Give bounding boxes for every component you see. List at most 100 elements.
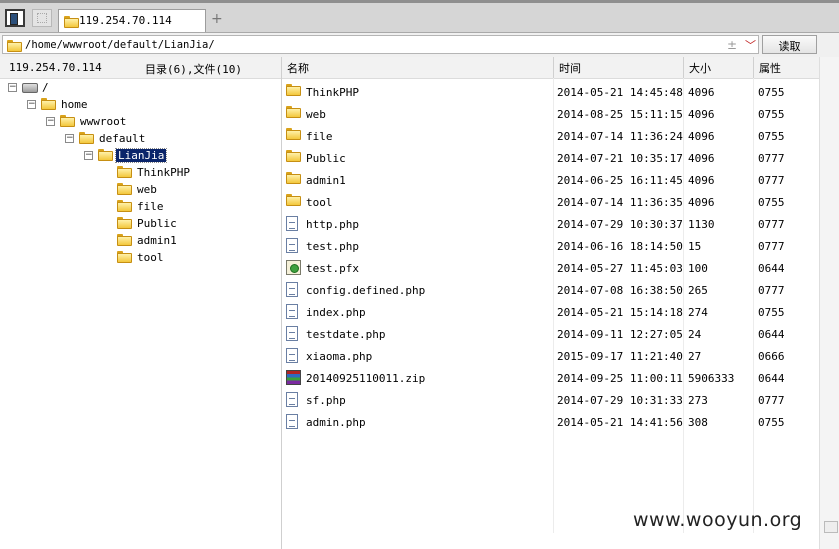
item-count-label: 目录(6),文件(10) xyxy=(145,63,242,76)
file-attr: 0777 xyxy=(758,240,785,253)
file-row[interactable]: admin.php 2014-05-21 14:41:56 308 0755 xyxy=(282,411,819,433)
collapse-toggle[interactable]: − xyxy=(46,117,55,126)
column-header: 名称 时间 大小 属性 xyxy=(282,57,819,79)
file-time: 2014-05-21 14:45:48 xyxy=(557,86,683,99)
file-attr: 0777 xyxy=(758,152,785,165)
file-size: 274 xyxy=(688,306,708,319)
path-value: /home/wwwroot/default/LianJia/ xyxy=(25,39,215,51)
folder-icon xyxy=(79,132,94,144)
file-name: index.php xyxy=(306,306,366,319)
file-attr: 0755 xyxy=(758,108,785,121)
file-attr: 0777 xyxy=(758,394,785,407)
file-time: 2014-05-27 11:45:03 xyxy=(557,262,683,275)
file-icon xyxy=(286,326,298,341)
folder-icon xyxy=(117,234,132,246)
file-size: 4096 xyxy=(688,196,715,209)
tree-node-label: LianJia xyxy=(114,148,168,163)
file-row[interactable]: http.php 2014-07-29 10:30:37 1130 0777 xyxy=(282,213,819,235)
collapse-toggle[interactable]: − xyxy=(27,100,36,109)
scroll-down-button[interactable] xyxy=(824,521,838,533)
file-time: 2014-09-11 12:27:05 xyxy=(557,328,683,341)
file-row[interactable]: tool 2014-07-14 11:36:35 4096 0755 xyxy=(282,191,819,213)
tree-node-label: admin1 xyxy=(137,234,177,247)
file-name: admin1 xyxy=(306,174,346,187)
column-divider[interactable] xyxy=(753,57,754,78)
file-row[interactable]: config.defined.php 2014-07-08 16:38:50 265… xyxy=(282,279,819,301)
column-attr[interactable]: 属性 xyxy=(759,60,781,76)
tree-node-label: wwwroot xyxy=(80,115,127,128)
file-size: 265 xyxy=(688,284,708,297)
file-size: 308 xyxy=(688,416,708,429)
add-tab-button[interactable]: + xyxy=(211,11,223,27)
read-button[interactable]: 读取 xyxy=(762,35,817,54)
file-name: config.defined.php xyxy=(306,284,426,297)
file-icon xyxy=(286,414,298,429)
file-size: 273 xyxy=(688,394,708,407)
file-row[interactable]: admin1 2014-06-25 16:11:45 4096 0777 xyxy=(282,169,819,191)
file-icon xyxy=(286,238,298,253)
file-row[interactable]: test.php 2014-06-16 18:14:50 15 0777 xyxy=(282,235,819,257)
file-attr: 0755 xyxy=(758,306,785,319)
column-name[interactable]: 名称 xyxy=(287,60,309,76)
file-name: web xyxy=(306,108,326,121)
chevron-down-icon[interactable]: ﹀ xyxy=(745,37,756,53)
file-icon xyxy=(286,304,298,319)
archive-icon xyxy=(286,370,301,385)
file-size: 24 xyxy=(688,328,702,341)
file-row[interactable]: file 2014-07-14 11:36:24 4096 0755 xyxy=(282,125,819,147)
folder-icon xyxy=(117,251,132,263)
collapse-toggle[interactable]: − xyxy=(8,83,17,92)
file-size: 4096 xyxy=(688,86,715,99)
tree-node-label: home xyxy=(61,98,88,111)
tree-node-label: web xyxy=(137,183,157,196)
vertical-scrollbar[interactable] xyxy=(819,57,839,549)
tree-node-label: Public xyxy=(137,217,177,230)
file-row[interactable]: test.pfx 2014-05-27 11:45:03 100 0644 xyxy=(282,257,819,279)
inactive-tab-button[interactable] xyxy=(32,9,52,27)
file-name: tool xyxy=(306,196,333,209)
column-divider[interactable] xyxy=(683,57,684,78)
collapse-toggle[interactable]: − xyxy=(65,134,74,143)
file-size: 4096 xyxy=(688,108,715,121)
collapse-toggle[interactable]: − xyxy=(84,151,93,160)
file-attr: 0644 xyxy=(758,372,785,385)
plus-minus-icon[interactable]: ± xyxy=(727,38,737,52)
file-time: 2014-07-29 10:30:37 xyxy=(557,218,683,231)
file-icon xyxy=(286,282,298,297)
folder-icon xyxy=(117,183,132,195)
file-name: Public xyxy=(306,152,346,165)
column-size[interactable]: 大小 xyxy=(689,60,711,76)
file-row[interactable]: web 2014-08-25 15:11:15 4096 0755 xyxy=(282,103,819,125)
file-attr: 0755 xyxy=(758,196,785,209)
file-row[interactable]: ThinkPHP 2014-05-21 14:45:48 4096 0755 xyxy=(282,81,819,103)
file-row[interactable]: xiaoma.php 2015-09-17 11:21:40 27 0666 xyxy=(282,345,819,367)
tree-node-label: default xyxy=(99,132,146,145)
file-attr: 0666 xyxy=(758,350,785,363)
file-attr: 0644 xyxy=(758,262,785,275)
column-time[interactable]: 时间 xyxy=(559,60,581,76)
folder-icon xyxy=(286,128,301,140)
tab-host[interactable]: 119.254.70.114 xyxy=(58,9,206,32)
column-divider[interactable] xyxy=(553,57,554,78)
panel-toggle-button[interactable] xyxy=(5,9,25,27)
file-row[interactable]: index.php 2014-05-21 15:14:18 274 0755 xyxy=(282,301,819,323)
file-row[interactable]: testdate.php 2014-09-11 12:27:05 24 0644 xyxy=(282,323,819,345)
file-size: 4096 xyxy=(688,130,715,143)
tree-node-label: file xyxy=(137,200,164,213)
file-row[interactable]: sf.php 2014-07-29 10:31:33 273 0777 xyxy=(282,389,819,411)
file-size: 1130 xyxy=(688,218,715,231)
file-time: 2014-07-21 10:35:17 xyxy=(557,152,683,165)
file-row[interactable]: Public 2014-07-21 10:35:17 4096 0777 xyxy=(282,147,819,169)
path-input[interactable]: /home/wwwroot/default/LianJia/ ± ﹀ xyxy=(2,35,759,54)
file-time: 2014-08-25 15:11:15 xyxy=(557,108,683,121)
file-time: 2014-09-25 11:00:11 xyxy=(557,372,683,385)
folder-icon xyxy=(41,98,56,110)
folder-icon xyxy=(64,16,79,28)
directory-tree-pane: 119.254.70.114 目录(6),文件(10) − / − home − wwwr… xyxy=(0,57,282,549)
file-attr: 0777 xyxy=(758,284,785,297)
tree-node-label: / xyxy=(42,81,49,94)
folder-icon xyxy=(286,84,301,96)
file-size: 4096 xyxy=(688,152,715,165)
tree-node-label: ThinkPHP xyxy=(137,166,190,179)
file-row[interactable]: 20140925110011.zip 2014-09-25 11:00:11 590… xyxy=(282,367,819,389)
